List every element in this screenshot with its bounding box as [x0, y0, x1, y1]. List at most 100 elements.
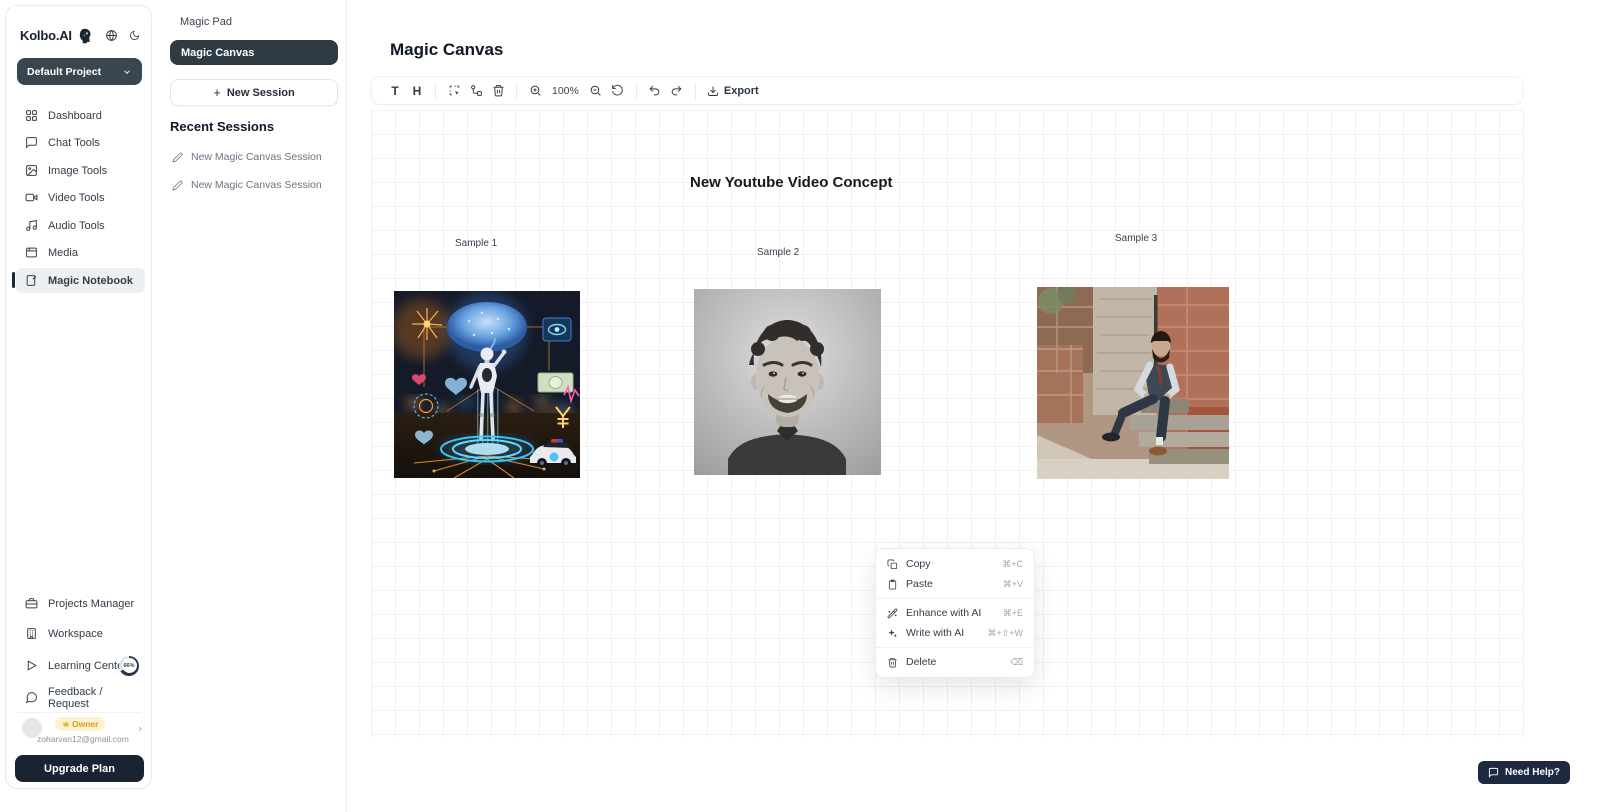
context-menu-label: Enhance with AI [906, 607, 981, 619]
primary-sidebar: Kolbo.AI Default Project Dashboard Chat [5, 5, 152, 789]
export-label: Export [724, 85, 759, 97]
sidebar-item-label: Feedback / Request [48, 686, 145, 710]
tab-magic-pad[interactable]: Magic Pad [180, 16, 232, 28]
download-icon [707, 85, 719, 97]
need-help-button[interactable]: Need Help? [1478, 761, 1570, 784]
session-item-label: New Magic Canvas Session [191, 179, 322, 191]
session-list-item[interactable]: New Magic Canvas Session [172, 151, 322, 163]
select-tool-button[interactable] [443, 80, 465, 102]
context-menu-item-write-with-ai[interactable]: Write with AI ⌘+⇧+W [876, 623, 1034, 643]
canvas-heading[interactable]: New Youtube Video Concept [690, 174, 893, 191]
divider [636, 83, 637, 99]
notebook-icon [25, 274, 38, 287]
context-menu-label: Write with AI [906, 627, 964, 639]
sidebar-item-label: Magic Notebook [48, 275, 133, 287]
page-title: Magic Canvas [390, 40, 503, 60]
magic-wand-icon [887, 608, 898, 619]
sidebar-item-label: Chat Tools [48, 137, 100, 149]
text-tool-button[interactable]: T [384, 80, 406, 102]
dark-mode-moon-icon[interactable] [129, 30, 140, 41]
sidebar-item-image-tools[interactable]: Image Tools [16, 158, 145, 183]
sidebar-item-label: Video Tools [48, 192, 104, 204]
zoom-out-button[interactable] [585, 80, 607, 102]
sample-1-image[interactable] [394, 291, 580, 478]
divider [876, 598, 1034, 599]
sidebar-item-label: Projects Manager [48, 598, 134, 610]
reset-view-button[interactable] [607, 80, 629, 102]
video-icon [25, 191, 38, 204]
zoom-level[interactable]: 100% [546, 85, 585, 97]
context-menu-item-delete[interactable]: Delete ⌫ [876, 652, 1034, 672]
sidebar-item-projects-manager[interactable]: Projects Manager [16, 591, 145, 616]
sidebar-item-label: Workspace [48, 628, 103, 640]
trash-icon [492, 84, 505, 97]
sidebar-item-learning-center[interactable]: Learning Center 66% [16, 653, 145, 678]
redo-button[interactable] [666, 80, 688, 102]
canvas-grid[interactable]: New Youtube Video Concept Sample 1 Sampl… [371, 110, 1524, 737]
sidebar-item-magic-notebook[interactable]: Magic Notebook [16, 268, 145, 293]
session-list-item[interactable]: New Magic Canvas Session [172, 179, 322, 191]
image-icon [25, 164, 38, 177]
tab-magic-canvas[interactable]: Magic Canvas [170, 40, 338, 65]
user-chevron-icon[interactable] [136, 725, 144, 733]
project-selector[interactable]: Default Project [17, 58, 142, 85]
heading-tool-button[interactable]: H [406, 80, 428, 102]
delete-tool-button[interactable] [487, 80, 509, 102]
clipboard-icon [887, 579, 898, 590]
sidebar-item-media[interactable]: Media [16, 240, 145, 265]
app-logo: Kolbo.AI [20, 28, 72, 43]
sidebar-item-audio-tools[interactable]: Audio Tools [16, 213, 145, 238]
dashboard-icon [25, 109, 38, 122]
zoom-in-icon [529, 84, 542, 97]
owner-badge-label: Owner [72, 719, 98, 729]
divider [435, 83, 436, 99]
context-menu-label: Delete [906, 656, 936, 668]
upgrade-plan-button[interactable]: Upgrade Plan [15, 755, 144, 782]
redo-icon [670, 84, 683, 97]
context-menu-item-paste[interactable]: Paste ⌘+V [876, 574, 1034, 594]
context-menu-item-copy[interactable]: Copy ⌘+C [876, 554, 1034, 574]
feedback-chat-icon [25, 691, 38, 704]
rotate-icon [611, 84, 624, 97]
shape-connector-tool-button[interactable] [465, 80, 487, 102]
canvas-toolbar: T H 100% Export [371, 76, 1523, 105]
shortcut-hint: ⌘+C [1002, 559, 1023, 570]
undo-button[interactable] [644, 80, 666, 102]
logo-head-icon [77, 27, 94, 44]
crown-icon [62, 720, 70, 728]
sample-1-label[interactable]: Sample 1 [455, 238, 497, 249]
media-folder-icon [25, 246, 38, 259]
zoom-in-button[interactable] [524, 80, 546, 102]
trash-icon [887, 657, 898, 668]
new-session-button[interactable]: + New Session [170, 79, 338, 106]
pencil-icon [172, 152, 183, 163]
connector-tool-icon [470, 84, 483, 97]
shortcut-hint: ⌫ [1010, 657, 1023, 668]
sidebar-item-chat-tools[interactable]: Chat Tools [16, 130, 145, 155]
help-chat-icon [1488, 767, 1499, 778]
context-menu: Copy ⌘+C Paste ⌘+V Enhance with AI ⌘+E W… [875, 548, 1035, 678]
select-tool-icon [448, 84, 461, 97]
divider [16, 712, 141, 713]
divider [695, 83, 696, 99]
language-globe-icon[interactable] [105, 29, 118, 42]
sidebar-item-label: Audio Tools [48, 220, 105, 232]
briefcase-icon [25, 597, 38, 610]
text-tool-glyph: T [391, 84, 398, 98]
play-icon [25, 659, 38, 672]
shortcut-hint: ⌘+⇧+W [987, 628, 1023, 639]
sidebar-item-feedback[interactable]: Feedback / Request [16, 685, 145, 710]
sample-2-image[interactable] [694, 289, 881, 475]
export-button[interactable]: Export [703, 85, 763, 97]
pencil-icon [172, 180, 183, 191]
sample-3-label[interactable]: Sample 3 [1115, 233, 1157, 244]
context-menu-item-enhance-with-ai[interactable]: Enhance with AI ⌘+E [876, 603, 1034, 623]
context-menu-label: Paste [906, 578, 933, 590]
sample-2-label[interactable]: Sample 2 [757, 247, 799, 258]
sidebar-item-workspace[interactable]: Workspace [16, 621, 145, 646]
sidebar-item-label: Image Tools [48, 165, 107, 177]
sidebar-item-dashboard[interactable]: Dashboard [16, 103, 145, 128]
sidebar-item-video-tools[interactable]: Video Tools [16, 185, 145, 210]
sample-3-image[interactable] [1037, 287, 1229, 479]
heading-tool-glyph: H [413, 84, 422, 98]
